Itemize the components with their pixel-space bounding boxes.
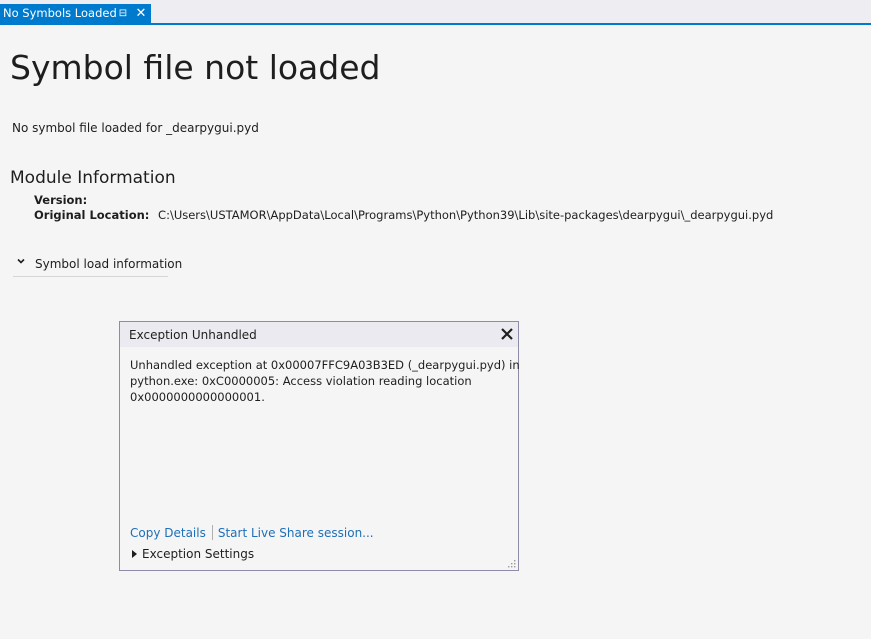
pin-icon[interactable]: ⊟ xyxy=(117,4,129,23)
link-separator xyxy=(211,525,213,540)
dialog-title: Exception Unhandled xyxy=(129,328,257,342)
exception-message-line: 0x0000000000000001. xyxy=(130,390,265,404)
exception-settings-expander[interactable]: Exception Settings xyxy=(132,547,254,561)
triangle-right-icon xyxy=(132,550,137,558)
page-title: Symbol file not loaded xyxy=(10,48,381,87)
version-row: Version: xyxy=(34,193,92,207)
dialog-header: Exception Unhandled xyxy=(120,322,518,347)
exception-unhandled-dialog: Exception Unhandled Unhandled exception … xyxy=(119,321,520,571)
symbol-load-information-expander[interactable]: Symbol load information xyxy=(13,253,182,277)
resize-grip-icon[interactable] xyxy=(506,558,516,568)
chevron-down-icon xyxy=(17,258,25,264)
document-tab-strip: No Symbols Loaded ⊟ ✕ xyxy=(0,0,871,25)
close-icon[interactable]: ✕ xyxy=(134,4,148,23)
exception-settings-label: Exception Settings xyxy=(142,547,255,561)
no-symbol-message: No symbol file loaded for _dearpygui.pyd xyxy=(12,121,259,135)
exception-message: Unhandled exception at 0x00007FFC9A03B3E… xyxy=(130,357,520,405)
exception-message-line: Unhandled exception at 0x00007FFC9A03B3E… xyxy=(130,358,520,372)
tab-no-symbols-loaded[interactable]: No Symbols Loaded ⊟ ✕ xyxy=(0,4,151,23)
exception-message-line: python.exe: 0xC0000005: Access violation… xyxy=(130,374,472,388)
copy-details-link[interactable]: Copy Details xyxy=(130,526,206,540)
dialog-links: Copy Details Start Live Share session... xyxy=(130,525,374,540)
original-location-row: Original Location: C:\Users\USTAMOR\AppD… xyxy=(34,208,773,222)
symbol-load-information-label: Symbol load information xyxy=(35,257,183,271)
original-location-label: Original Location: xyxy=(34,208,150,222)
close-icon[interactable] xyxy=(500,327,514,341)
module-information-heading: Module Information xyxy=(10,168,176,188)
version-label: Version: xyxy=(34,193,88,207)
tab-label: No Symbols Loaded xyxy=(3,6,117,20)
original-location-value: C:\Users\USTAMOR\AppData\Local\Programs\… xyxy=(158,208,774,222)
start-live-share-link[interactable]: Start Live Share session... xyxy=(218,526,374,540)
